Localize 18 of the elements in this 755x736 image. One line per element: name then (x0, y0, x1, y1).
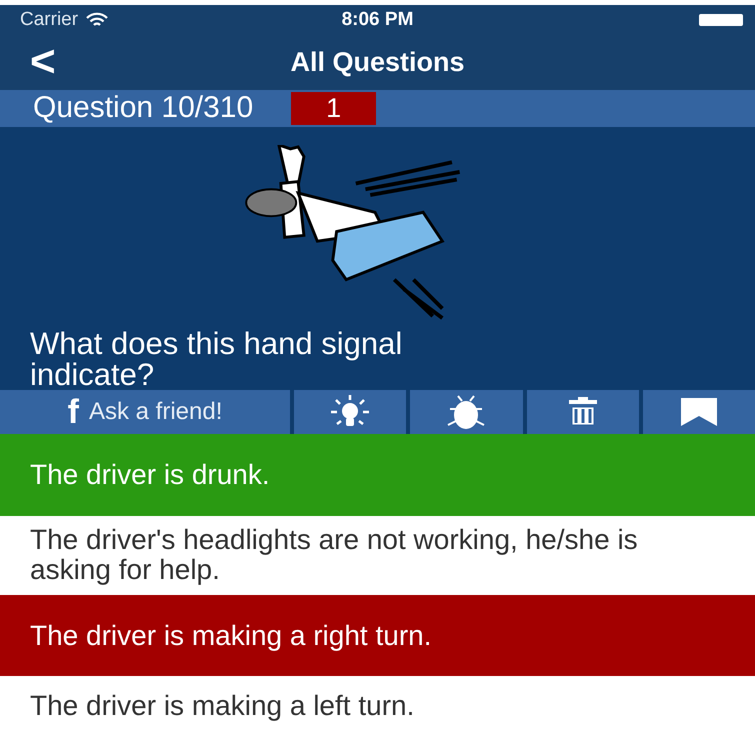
question-counter: Question 10/310 (33, 91, 254, 126)
bookmark-button[interactable] (642, 390, 755, 434)
ask-friend-button[interactable]: f Ask a friend! (0, 390, 290, 434)
delete-button[interactable] (526, 390, 639, 434)
bug-report-button[interactable] (410, 390, 522, 434)
back-button[interactable]: < (0, 40, 56, 84)
bookmark-icon (680, 397, 718, 428)
answer-option[interactable]: The driver is drunk. (0, 434, 755, 516)
count-badge: 1 (291, 92, 376, 125)
answer-option[interactable]: The driver is making a right turn. (0, 595, 755, 676)
battery-icon (699, 14, 743, 26)
question-text: What does this hand signal indicate? (29, 324, 404, 390)
wifi-icon (86, 12, 108, 28)
hint-button[interactable] (294, 390, 406, 434)
screen-title: All Questions (289, 46, 466, 78)
status-time: 8:06 PM (340, 8, 414, 31)
trash-icon (568, 397, 598, 428)
carrier-label: Carrier (20, 8, 108, 31)
